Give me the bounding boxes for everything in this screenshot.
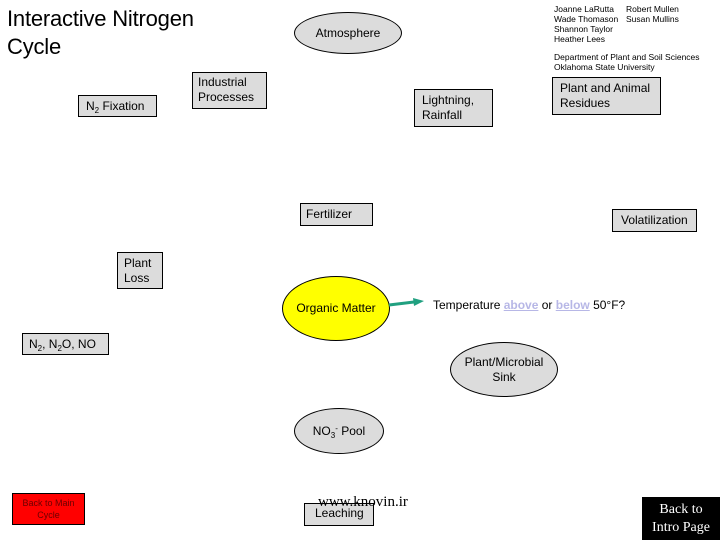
no3-pool-node[interactable]: NO3- Pool — [294, 408, 384, 454]
back-intro-label-1: Back to — [659, 502, 703, 517]
no3-rest: Pool — [337, 423, 366, 438]
plant-animal-residues-node[interactable]: Plant and Animal Residues — [552, 77, 661, 115]
back-to-intro-page-button[interactable]: Back to Intro Page — [642, 497, 720, 540]
authors-column-2: Robert Mullen Susan Mullins — [626, 4, 679, 24]
back-intro-label-2: Intro Page — [652, 520, 710, 535]
author: Heather Lees — [554, 34, 606, 44]
gas-sep: , N — [42, 337, 58, 351]
industrial-label-2: Processes — [198, 90, 255, 104]
atmosphere-label: Atmosphere — [315, 25, 381, 40]
industrial-label-1: Industrial — [198, 75, 247, 89]
temperature-prefix: Temperature — [433, 298, 504, 312]
volatilization-label: Volatilization — [621, 213, 688, 227]
organic-matter-node[interactable]: Organic Matter — [282, 276, 390, 341]
fertilizer-label: Fertilizer — [306, 207, 353, 221]
below-link[interactable]: below — [556, 298, 590, 312]
department: Department of Plant and Soil Sciences — [554, 52, 700, 62]
back-main-label-1: Back to Main — [22, 498, 75, 508]
affiliation: Department of Plant and Soil Sciences Ok… — [554, 52, 700, 72]
industrial-processes-node[interactable]: Industrial Processes — [192, 72, 267, 109]
authors-column-1: Joanne LaRutta Wade Thomason Shannon Tay… — [554, 4, 618, 44]
lightning-label: Lightning, — [422, 93, 475, 107]
plant-microbial-sink-node[interactable]: Plant/Microbial Sink — [450, 342, 558, 397]
author: Wade Thomason — [554, 14, 619, 24]
plant-loss-label-2: Loss — [124, 271, 150, 285]
fertilizer-node[interactable]: Fertilizer — [300, 203, 373, 226]
lightning-rainfall-node[interactable]: Lightning, Rainfall — [414, 89, 493, 127]
above-link[interactable]: above — [504, 298, 539, 312]
back-to-main-cycle-button[interactable]: Back to Main Cycle — [12, 493, 85, 525]
title-line-1: Interactive Nitrogen — [7, 6, 194, 31]
author: Shannon Taylor — [554, 24, 613, 34]
back-main-label-2: Cycle — [37, 510, 60, 520]
temperature-suffix: 50°F? — [589, 298, 626, 312]
gas-losses-node[interactable]: N2, N2O, NO — [22, 333, 109, 355]
n2-fixation-node[interactable]: N2 Fixation — [78, 95, 157, 117]
n2-fixation-label-base: N — [86, 99, 95, 113]
gas-rest: O, NO — [61, 337, 96, 351]
watermark: www.knovin.ir — [318, 494, 408, 510]
university: Oklahoma State University — [554, 62, 655, 72]
no3-pool-label: NO3- Pool — [312, 423, 366, 440]
sink-label-1: Plant/Microbial — [464, 354, 544, 369]
residues-label-1: Plant and Animal — [560, 81, 651, 95]
plant-loss-label-1: Plant — [124, 256, 152, 270]
author: Joanne LaRutta — [554, 4, 615, 14]
rainfall-label: Rainfall — [422, 108, 463, 122]
page-title: Interactive Nitrogen Cycle — [7, 5, 267, 61]
organic-matter-label: Organic Matter — [296, 301, 376, 315]
residues-label-2: Residues — [560, 96, 611, 110]
gas-n: N — [29, 337, 38, 351]
author: Robert Mullen — [626, 4, 679, 14]
author: Susan Mullins — [626, 14, 679, 24]
atmosphere-node[interactable]: Atmosphere — [294, 12, 402, 54]
temperature-question: Temperature above or below 50°F? — [433, 298, 625, 313]
no3-base: NO — [312, 423, 331, 438]
arrow-icon — [388, 298, 424, 307]
volatilization-node[interactable]: Volatilization — [612, 209, 697, 232]
n2-fixation-label-rest: Fixation — [99, 99, 145, 113]
sink-label: Plant/Microbial Sink — [465, 355, 544, 385]
title-line-2: Cycle — [7, 34, 62, 59]
sink-label-2: Sink — [492, 369, 516, 384]
plant-loss-node[interactable]: Plant Loss — [117, 252, 163, 289]
temperature-middle: or — [538, 298, 556, 312]
